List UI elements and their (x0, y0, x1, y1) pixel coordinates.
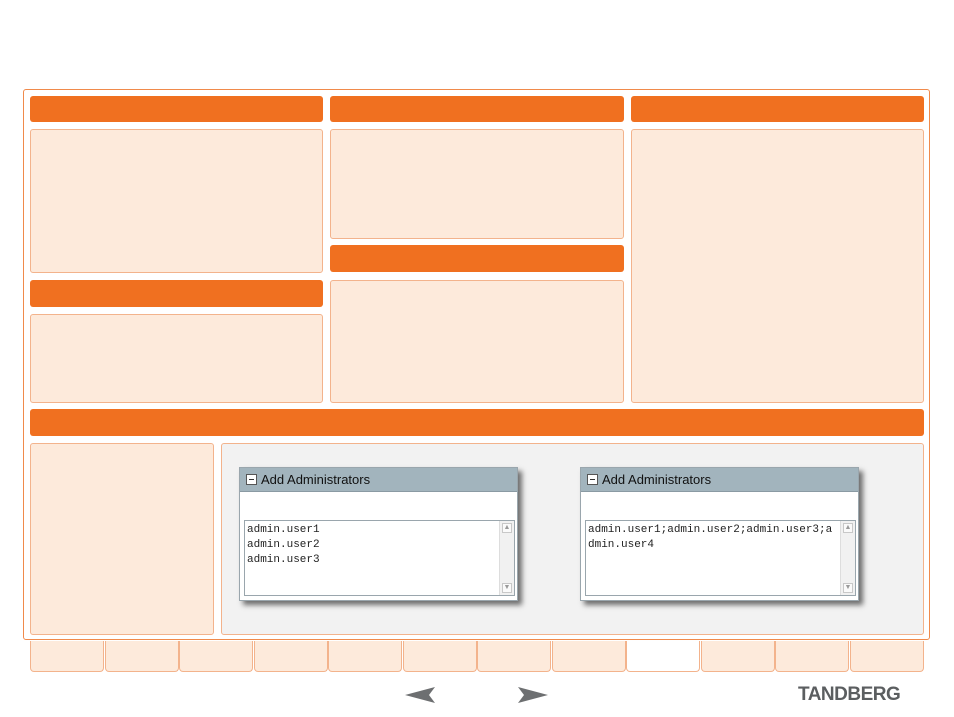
collapse-icon[interactable] (587, 474, 598, 485)
section-header-left (30, 96, 323, 122)
scroll-down-icon[interactable]: ▼ (843, 583, 853, 593)
administrators-textarea-value: admin.user1 admin.user2 admin.user3 (247, 524, 320, 566)
scroll-down-icon[interactable]: ▼ (502, 583, 512, 593)
bottom-tab-5[interactable] (328, 641, 402, 672)
administrators-textarea[interactable]: admin.user1 admin.user2 admin.user3 ▲ ▼ (244, 520, 515, 596)
section-header-middle (330, 96, 624, 122)
dialog-header: Add Administrators (581, 468, 858, 492)
bottom-tab-1[interactable] (30, 641, 104, 672)
bottom-tab-2[interactable] (105, 641, 179, 672)
content-pane-middle-top (330, 129, 624, 239)
dialog-title: Add Administrators (602, 472, 712, 487)
content-pane-middle-bottom (330, 280, 624, 403)
section-header-right (631, 96, 924, 122)
administrators-textarea[interactable]: admin.user1;admin.user2;admin.user3;admi… (585, 520, 856, 596)
arrow-right-icon[interactable] (518, 686, 548, 704)
add-administrators-dialog-semicolon: Add Administrators admin.user1;admin.use… (580, 467, 859, 601)
collapse-icon[interactable] (246, 474, 257, 485)
bottom-tab-11[interactable] (775, 641, 849, 672)
bottom-tab-8[interactable] (552, 641, 626, 672)
bottom-tab-9[interactable] (626, 641, 700, 672)
content-pane-right (631, 129, 924, 403)
bottom-tab-3[interactable] (179, 641, 253, 672)
scroll-up-icon[interactable]: ▲ (502, 523, 512, 533)
vertical-scrollbar[interactable]: ▲ ▼ (840, 521, 855, 595)
content-pane-left-top (30, 129, 323, 273)
vertical-scrollbar[interactable]: ▲ ▼ (499, 521, 514, 595)
section-header-left-lower (30, 280, 323, 307)
administrators-textarea-value: admin.user1;admin.user2;admin.user3;admi… (588, 524, 833, 551)
section-header-middle-lower (330, 245, 624, 272)
add-administrators-dialog-multiline: Add Administrators admin.user1 admin.use… (239, 467, 518, 601)
bottom-tab-6[interactable] (403, 641, 477, 672)
bottom-tab-12[interactable] (850, 641, 924, 672)
bottom-tab-strip (30, 641, 924, 673)
content-pane-bottom-left (30, 443, 214, 635)
bottom-tab-7[interactable] (477, 641, 551, 672)
tandberg-logo: TANDBERG (798, 684, 901, 705)
dialog-header: Add Administrators (240, 468, 517, 492)
content-pane-left-bottom (30, 314, 323, 403)
arrow-left-icon[interactable] (405, 686, 435, 704)
dialog-title: Add Administrators (261, 472, 371, 487)
section-header-bottom (30, 409, 924, 436)
scroll-up-icon[interactable]: ▲ (843, 523, 853, 533)
bottom-tab-10[interactable] (701, 641, 775, 672)
bottom-tab-4[interactable] (254, 641, 328, 672)
